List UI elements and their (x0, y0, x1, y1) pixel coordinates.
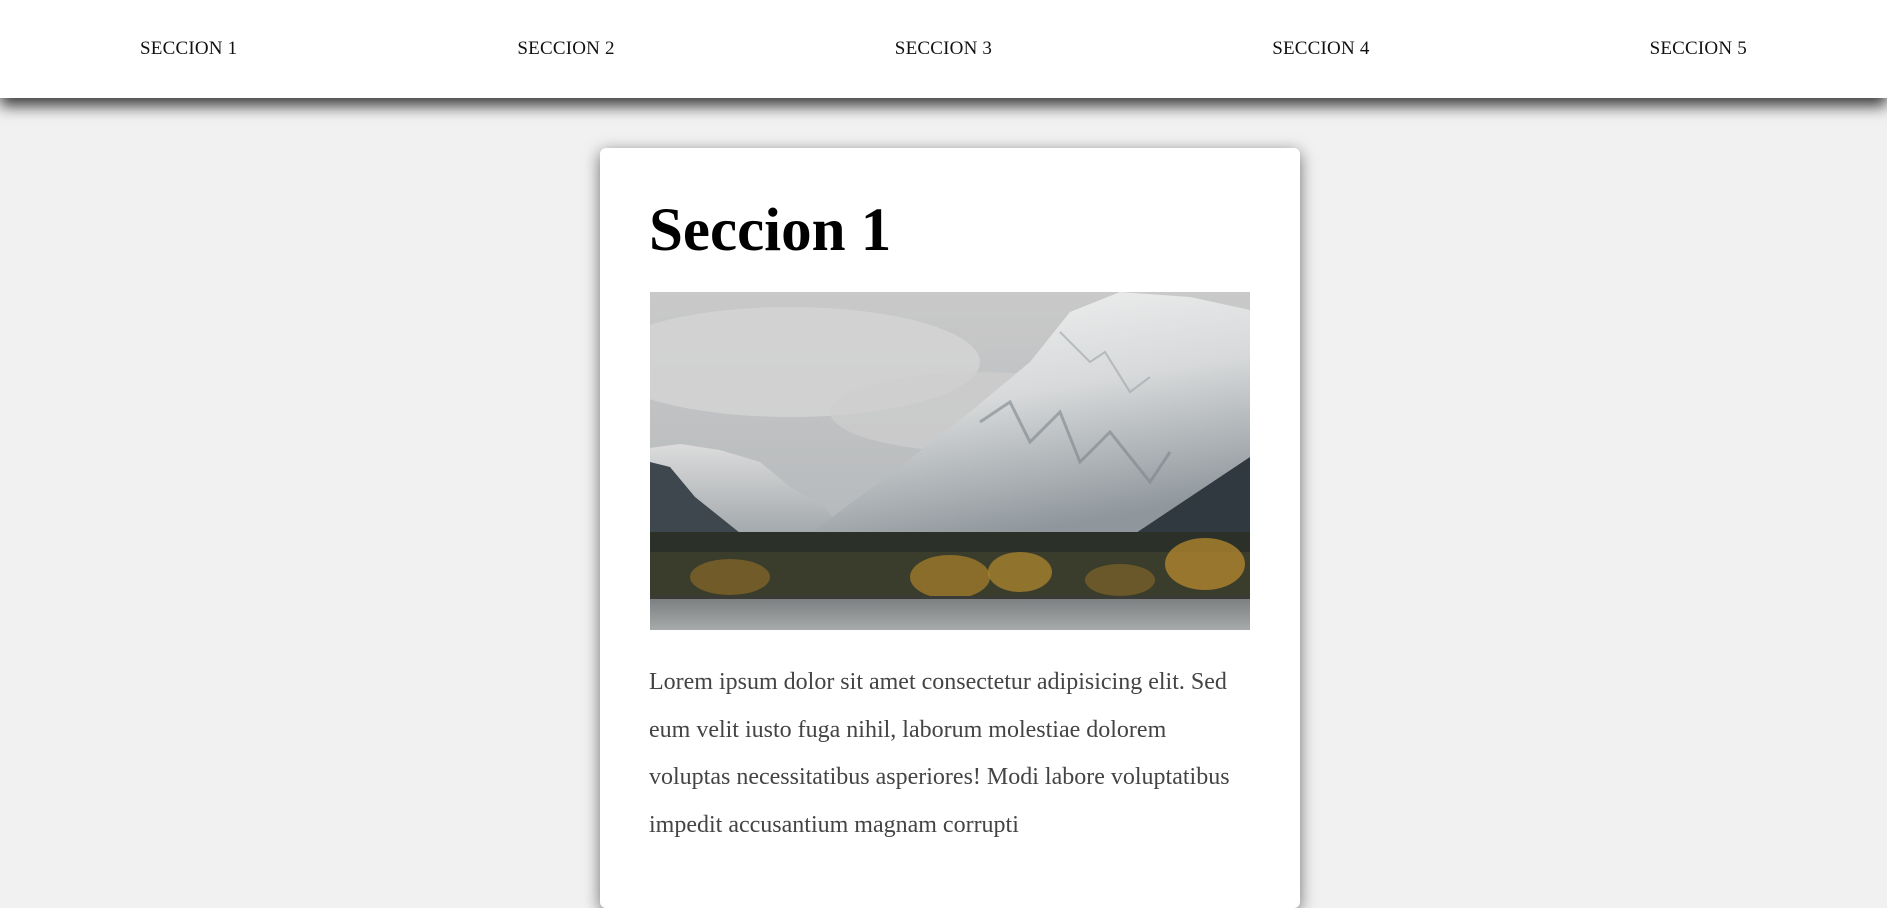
nav-list: SECCION 1 SECCION 2 SECCION 3 SECCION 4 … (0, 0, 1887, 98)
nav-item-seccion-3: SECCION 3 (755, 0, 1132, 98)
nav-link-seccion-4[interactable]: SECCION 4 (1272, 38, 1369, 60)
nav-item-seccion-2: SECCION 2 (377, 0, 754, 98)
mountain-lake-photo (650, 292, 1250, 630)
nav-link-seccion-5[interactable]: SECCION 5 (1650, 38, 1747, 60)
section-title: Seccion 1 (649, 197, 892, 264)
nav-item-seccion-1: SECCION 1 (0, 0, 377, 98)
nav-link-seccion-3[interactable]: SECCION 3 (895, 38, 992, 60)
nav-link-seccion-2[interactable]: SECCION 2 (517, 38, 614, 60)
nav-item-seccion-4: SECCION 4 (1132, 0, 1509, 98)
top-navigation: SECCION 1 SECCION 2 SECCION 3 SECCION 4 … (0, 0, 1887, 98)
section-card: Seccion 1 Lorem ipsum dolor sit amet con… (600, 148, 1300, 908)
nav-link-seccion-1[interactable]: SECCION 1 (140, 38, 237, 60)
nav-item-seccion-5: SECCION 5 (1510, 0, 1887, 98)
section-body-text: Lorem ipsum dolor sit amet consectetur a… (649, 669, 1230, 838)
